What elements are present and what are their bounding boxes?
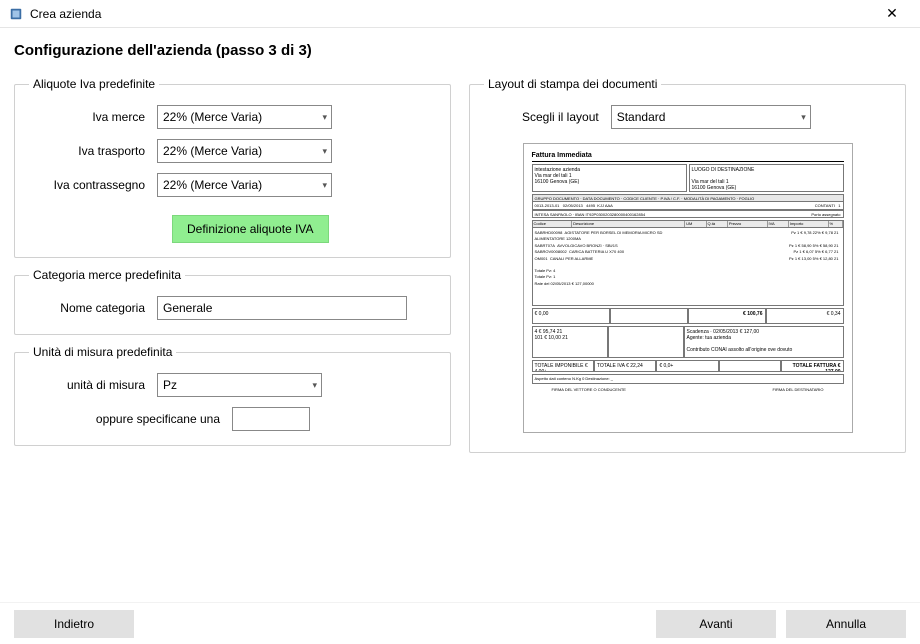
vat-legend: Aliquote Iva predefinite [29, 77, 159, 91]
preview-doc-title: Fattura Immediata [532, 152, 844, 162]
category-name-label: Nome categoria [27, 301, 157, 315]
chevron-down-icon: ▾ [322, 112, 327, 123]
preview-totals: € 0,00 € 100,76 € 0,34 [532, 308, 844, 324]
unit-select[interactable]: Pz ▾ [157, 373, 322, 397]
titlebar: Crea azienda ✕ [0, 0, 920, 28]
iva-contrassegno-select[interactable]: 22% (Merce Varia) ▾ [157, 173, 332, 197]
unit-value: Pz [163, 378, 177, 392]
next-button[interactable]: Avanti [656, 610, 776, 638]
preview-items-header: CodiceDescrizioneUMQ.tàPrezzoIVAImporto% [532, 220, 844, 228]
unit-fieldset: Unità di misura predefinita unità di mis… [14, 345, 451, 446]
preview-items-body: SABRHD00098 AGISTATORE PER BORSEL DI MEM… [532, 228, 844, 306]
layout-value: Standard [617, 110, 666, 124]
preview-bank: INTESA SANPAOLO · IBAN IT92P030020328000… [532, 210, 844, 218]
preview-sender: intestazione azienda Via mar del tali 1 … [532, 164, 687, 192]
layout-preview: Fattura Immediata intestazione azienda V… [523, 143, 853, 433]
preview-signatures: FIRMA DEL VETTORE O CONDUCENTE FIRMA DEL… [532, 387, 844, 392]
chevron-down-icon: ▾ [322, 180, 327, 191]
preview-recipient: LUOGO DI DESTINAZIONE Via mar del tali 1… [689, 164, 844, 192]
layout-fieldset: Layout di stampa dei documenti Scegli il… [469, 77, 906, 453]
iva-merce-label: Iva merce [27, 110, 157, 124]
preview-bottom: 4 € 95,74 21 101 € 10,00 21 Scadenza · 0… [532, 326, 844, 358]
unit-label: unità di misura [27, 378, 157, 392]
unit-spec-input[interactable] [232, 407, 310, 431]
iva-trasporto-select[interactable]: 22% (Merce Varia) ▾ [157, 139, 332, 163]
layout-legend: Layout di stampa dei documenti [484, 77, 661, 91]
category-name-input[interactable] [157, 296, 407, 320]
preview-dest: Aspetto dati conteno N.Kg 0 Destinazione… [532, 374, 844, 384]
wizard-footer: Indietro Avanti Annulla [0, 602, 920, 644]
back-button[interactable]: Indietro [14, 610, 134, 638]
vat-fieldset: Aliquote Iva predefinite Iva merce 22% (… [14, 77, 451, 258]
preview-docinfo-labels: GRUPPO DOCUMENTO · DATA DOCUMENTO · CODI… [532, 194, 844, 202]
app-icon [8, 6, 24, 22]
iva-contrassegno-label: Iva contrassegno [27, 178, 157, 192]
iva-contrassegno-value: 22% (Merce Varia) [163, 178, 262, 192]
layout-select-label: Scegli il layout [522, 110, 599, 124]
preview-docinfo-values: 0013-2013-01 02/05/2013 4495 KJJ AAACONT… [532, 202, 844, 210]
unit-legend: Unità di misura predefinita [29, 345, 176, 359]
chevron-down-icon: ▾ [312, 380, 317, 391]
category-fieldset: Categoria merce predefinita Nome categor… [14, 268, 451, 335]
define-vat-button[interactable]: Definizione aliquote IVA [172, 215, 329, 243]
category-legend: Categoria merce predefinita [29, 268, 185, 282]
layout-select[interactable]: Standard ▾ [611, 105, 811, 129]
chevron-down-icon: ▾ [322, 146, 327, 157]
wizard-header: Configurazione dell'azienda (passo 3 di … [0, 28, 920, 77]
iva-merce-select[interactable]: 22% (Merce Varia) ▾ [157, 105, 332, 129]
cancel-button[interactable]: Annulla [786, 610, 906, 638]
page-title: Configurazione dell'azienda (passo 3 di … [14, 42, 906, 59]
iva-trasporto-value: 22% (Merce Varia) [163, 144, 262, 158]
iva-merce-value: 22% (Merce Varia) [163, 110, 262, 124]
unit-spec-label: oppure specificane una [27, 412, 232, 426]
close-button[interactable]: ✕ [872, 5, 912, 22]
chevron-down-icon: ▾ [801, 112, 806, 123]
window-title: Crea azienda [30, 7, 872, 21]
preview-final: TOTALE IMPONIBILE € 4,00+ TOTALE IVA € 2… [532, 360, 844, 372]
iva-trasporto-label: Iva trasporto [27, 144, 157, 158]
